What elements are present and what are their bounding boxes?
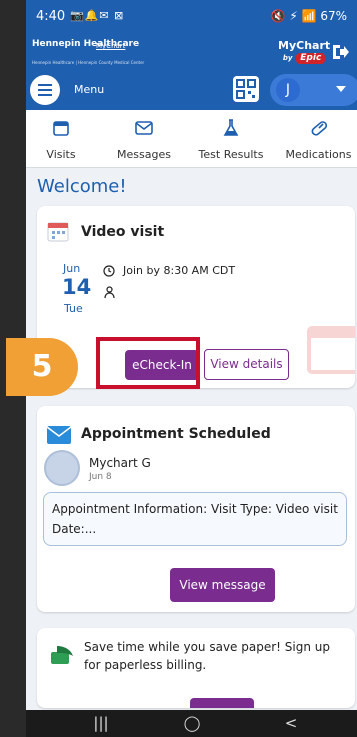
qr-code-icon bbox=[236, 79, 256, 99]
step-number-badge: 5 bbox=[6, 338, 78, 396]
tab-messages[interactable]: Messages bbox=[104, 110, 184, 168]
status-time: 4:40 bbox=[36, 9, 66, 24]
status-bar: 4:40 📷🔔✉ ⊠ 🔇 ⚡ 📶 67% bbox=[26, 0, 357, 34]
user-avatar: J bbox=[276, 78, 300, 102]
video-visit-title: Video visit bbox=[81, 224, 165, 240]
tab-test-results[interactable]: Test Results bbox=[186, 110, 276, 168]
visit-weekday: Tue bbox=[64, 302, 83, 315]
qr-code-button[interactable] bbox=[233, 76, 259, 102]
hamburger-line-icon bbox=[38, 89, 52, 91]
back-button[interactable]: < bbox=[276, 712, 306, 734]
hamburger-line-icon bbox=[38, 94, 52, 96]
message-preview[interactable]: Appointment Information: Visit Type: Vid… bbox=[43, 492, 347, 546]
tab-test-results-label: Test Results bbox=[198, 148, 264, 161]
brand-tagline: Hennepin Healthcare | Hennepin County Me… bbox=[32, 60, 145, 65]
hamburger-menu-button[interactable] bbox=[30, 75, 60, 105]
provider-icon bbox=[104, 286, 115, 299]
visit-day: 14 bbox=[62, 275, 92, 299]
hamburger-line-icon bbox=[38, 84, 52, 86]
account-switcher[interactable]: J bbox=[270, 74, 357, 106]
calendar-icon bbox=[47, 222, 69, 242]
mychart-wordmark: MyChart bbox=[278, 39, 331, 52]
envelope-icon bbox=[135, 121, 153, 135]
brand-mychart-link[interactable]: MyChart bbox=[96, 42, 125, 50]
logout-icon[interactable] bbox=[331, 43, 349, 61]
visit-month: Jun bbox=[63, 262, 81, 275]
welcome-heading: Welcome! bbox=[37, 176, 127, 197]
tab-medications[interactable]: Medications bbox=[280, 110, 357, 168]
quick-nav: Visits Messages Test Results Medications bbox=[26, 110, 357, 168]
menu-bar: Menu J bbox=[26, 70, 357, 110]
join-by-time: Join by 8:30 AM CDT bbox=[123, 264, 236, 277]
menu-label[interactable]: Menu bbox=[74, 83, 104, 96]
clock-icon bbox=[103, 265, 115, 277]
home-button[interactable]: ◯ bbox=[177, 712, 207, 734]
tab-messages-label: Messages bbox=[117, 148, 171, 161]
flask-icon bbox=[223, 119, 239, 136]
view-message-button[interactable]: View message bbox=[170, 568, 275, 602]
message-date: Jun 8 bbox=[89, 472, 112, 482]
tab-visits[interactable]: Visits bbox=[26, 110, 96, 168]
tab-medications-label: Medications bbox=[285, 148, 352, 161]
android-nav-bar: ||| ◯ < bbox=[26, 710, 357, 737]
calendar-icon bbox=[53, 121, 69, 136]
echeck-in-highlight bbox=[96, 337, 200, 389]
sign-up-button[interactable] bbox=[190, 698, 254, 708]
paperless-billing-card: Save time while you save paper! Sign up … bbox=[37, 628, 355, 708]
paperless-billing-icon bbox=[51, 646, 73, 664]
envelope-icon bbox=[47, 426, 71, 444]
pill-icon bbox=[311, 121, 327, 136]
calendar-decoration-icon bbox=[307, 326, 355, 374]
system-icons: 🔇 ⚡ 📶 67% bbox=[270, 9, 347, 23]
view-details-button[interactable]: View details bbox=[204, 349, 289, 380]
sender-name: Mychart G bbox=[89, 456, 151, 470]
sender-avatar bbox=[44, 450, 80, 486]
paperless-billing-text[interactable]: Save time while you save paper! Sign up … bbox=[84, 638, 349, 674]
recents-button[interactable]: ||| bbox=[86, 712, 116, 734]
mychart-epic-logo: MyChart by Epic bbox=[278, 40, 330, 64]
appointment-title: Appointment Scheduled bbox=[81, 426, 271, 442]
tab-visits-label: Visits bbox=[46, 148, 76, 161]
notification-icons: 📷🔔✉ ⊠ bbox=[70, 9, 125, 22]
appointment-message-card: Appointment Scheduled Mychart G Jun 8 Ap… bbox=[37, 406, 355, 612]
epic-wordmark: Epic bbox=[296, 53, 326, 64]
brand-bar: Hennepin Healthcare MyChart Hennepin Hea… bbox=[26, 34, 357, 70]
mychart-by: by bbox=[282, 54, 293, 62]
chevron-down-icon bbox=[336, 86, 346, 92]
